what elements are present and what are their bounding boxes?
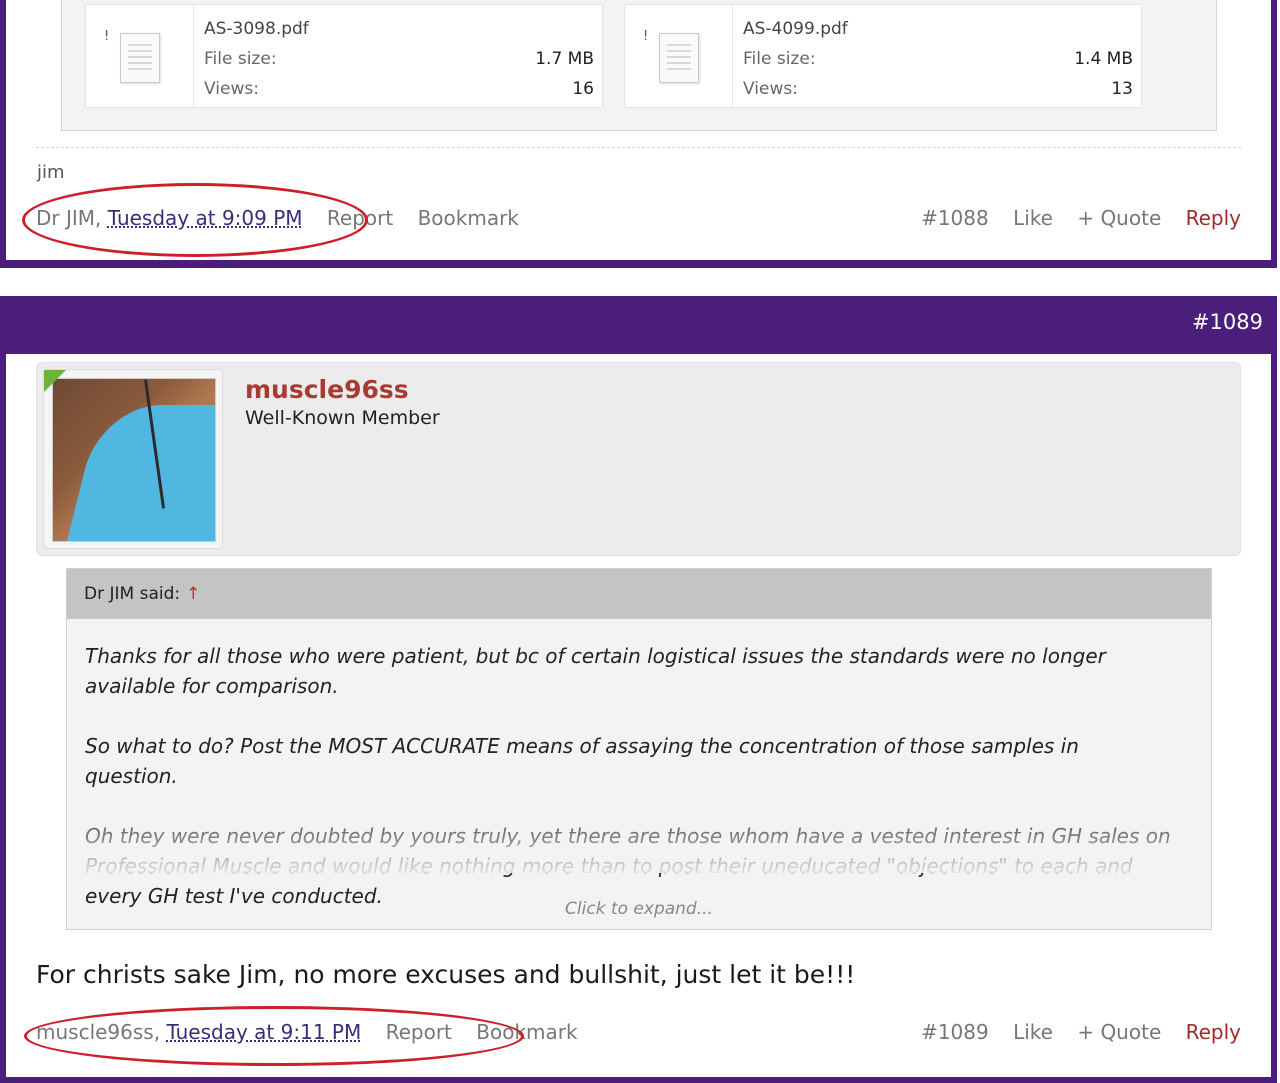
attachment-2[interactable]: ! AS-4099.pdf File size: 1.4 MB Views: 1…	[624, 4, 1142, 108]
post-header-bar: #1089	[0, 296, 1277, 354]
post-1089: #1089 muscle96ss Well-Known Member Dr JI…	[0, 296, 1277, 1083]
quote-attribution: Dr JIM said: ↑	[84, 584, 201, 604]
quote-button[interactable]: + Quote	[1077, 1020, 1161, 1044]
annotation-ellipse-1	[22, 183, 368, 257]
signature-divider	[36, 147, 1241, 148]
file-size-label: File size:	[743, 49, 816, 69]
post-message: For christs sake Jim, no more excuses an…	[36, 960, 856, 989]
online-indicator-icon	[44, 370, 66, 392]
signature: jim	[37, 162, 65, 183]
attachment-filename[interactable]: AS-4099.pdf	[743, 19, 848, 39]
pdf-file-icon	[120, 33, 160, 83]
pdf-file-icon	[659, 33, 699, 83]
attachment-mark: !	[643, 29, 649, 44]
quote-button[interactable]: + Quote	[1077, 206, 1161, 230]
views-value: 13	[1111, 79, 1133, 99]
avatar-frame[interactable]	[43, 369, 223, 549]
quote-header: Dr JIM said: ↑	[67, 569, 1211, 619]
views-value: 16	[572, 79, 594, 99]
attachment-thumbnail[interactable]: !	[625, 5, 733, 107]
views-label: Views:	[743, 79, 798, 99]
attachment-size-row: File size: 1.4 MB	[743, 49, 1133, 69]
attachment-1[interactable]: ! AS-3098.pdf File size: 1.7 MB Views: 1…	[85, 4, 603, 108]
post-actions: #1089 Like + Quote Reply	[903, 1020, 1241, 1044]
attachments-box: ! AS-3098.pdf File size: 1.7 MB Views: 1…	[61, 0, 1217, 131]
attachment-thumbnail[interactable]: !	[86, 5, 194, 107]
post-actions: #1088 Like + Quote Reply	[903, 206, 1241, 230]
file-size-value: 1.7 MB	[535, 49, 594, 69]
quote-source-arrow-icon[interactable]: ↑	[186, 584, 200, 604]
annotation-ellipse-2	[24, 1006, 524, 1066]
file-size-label: File size:	[204, 49, 277, 69]
attachment-filename[interactable]: AS-3098.pdf	[204, 19, 309, 39]
quote-paragraph: So what to do? Post the MOST ACCURATE me…	[85, 734, 1079, 788]
user-info-panel: muscle96ss Well-Known Member	[36, 362, 1241, 556]
attachment-mark: !	[104, 29, 110, 44]
attachment-views-row: Views: 16	[204, 79, 594, 99]
post-header-number[interactable]: #1089	[1192, 310, 1263, 334]
post-number-link[interactable]: #1089	[921, 1020, 989, 1044]
like-button[interactable]: Like	[1013, 206, 1053, 230]
quote-block: Dr JIM said: ↑ Thanks for all those who w…	[66, 568, 1212, 930]
quote-body: Thanks for all those who were patient, b…	[85, 641, 1177, 941]
user-title: Well-Known Member	[245, 407, 440, 429]
username-link[interactable]: muscle96ss	[245, 375, 409, 404]
click-to-expand-link[interactable]: Click to expand...	[67, 899, 1211, 919]
file-size-value: 1.4 MB	[1074, 49, 1133, 69]
avatar[interactable]	[52, 378, 216, 542]
attachment-size-row: File size: 1.7 MB	[204, 49, 594, 69]
quote-fade-overlay	[67, 801, 1211, 873]
quote-paragraph: Thanks for all those who were patient, b…	[85, 644, 1106, 698]
reply-button[interactable]: Reply	[1186, 206, 1241, 230]
views-label: Views:	[204, 79, 259, 99]
attachment-views-row: Views: 13	[743, 79, 1133, 99]
bookmark-link[interactable]: Bookmark	[418, 206, 519, 230]
reply-button[interactable]: Reply	[1186, 1020, 1241, 1044]
like-button[interactable]: Like	[1013, 1020, 1053, 1044]
post-number-link[interactable]: #1088	[921, 206, 989, 230]
